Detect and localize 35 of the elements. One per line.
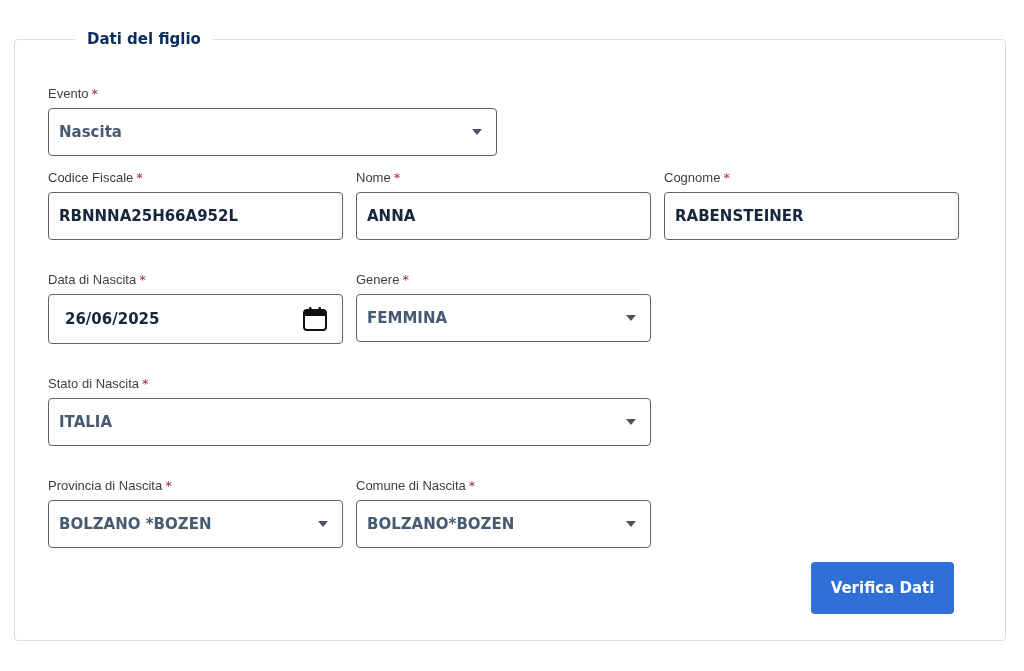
caret-icon (626, 419, 636, 425)
required-mark: * (402, 272, 409, 287)
section-title: Dati del figlio (86, 30, 202, 48)
input-field[interactable]: RBNNNA25H66A952L (48, 192, 343, 240)
field-label: Codice Fiscale (48, 170, 134, 185)
field-label: Nome (356, 170, 391, 185)
select-field[interactable]: ITALIA (48, 398, 651, 446)
field-label: Cognome (664, 170, 721, 185)
caret-icon (626, 315, 636, 321)
required-mark: * (723, 170, 730, 185)
select-field[interactable]: FEMMINA (356, 294, 651, 342)
input-field[interactable]: ANNA (356, 192, 651, 240)
caret-icon (472, 129, 482, 135)
required-mark: * (91, 86, 98, 101)
calendar-icon[interactable] (302, 306, 328, 332)
input-field[interactable]: RABENSTEINER (664, 192, 959, 240)
select-field[interactable]: BOLZANO*BOZEN (356, 500, 651, 548)
required-mark: * (165, 478, 172, 493)
select-field[interactable]: Nascita (48, 108, 497, 156)
field-label: Comune di Nascita (356, 478, 466, 493)
required-mark: * (136, 170, 143, 185)
select-field[interactable]: BOLZANO *BOZEN (48, 500, 343, 548)
caret-icon (626, 521, 636, 527)
field-label: Provincia di Nascita (48, 478, 163, 493)
required-mark: * (393, 170, 401, 185)
verify-button[interactable]: Verifica Dati (811, 562, 954, 614)
caret-icon (318, 521, 328, 527)
required-mark: * (142, 376, 149, 391)
field-label: Data di Nascita (48, 272, 137, 287)
field-label: Genere (356, 272, 400, 287)
date-field[interactable]: 26/06/2025 (48, 294, 343, 344)
field-label: Evento (48, 86, 89, 101)
required-mark: * (139, 272, 146, 287)
field-label: Stato di Nascita (48, 376, 140, 391)
required-mark: * (468, 478, 476, 493)
